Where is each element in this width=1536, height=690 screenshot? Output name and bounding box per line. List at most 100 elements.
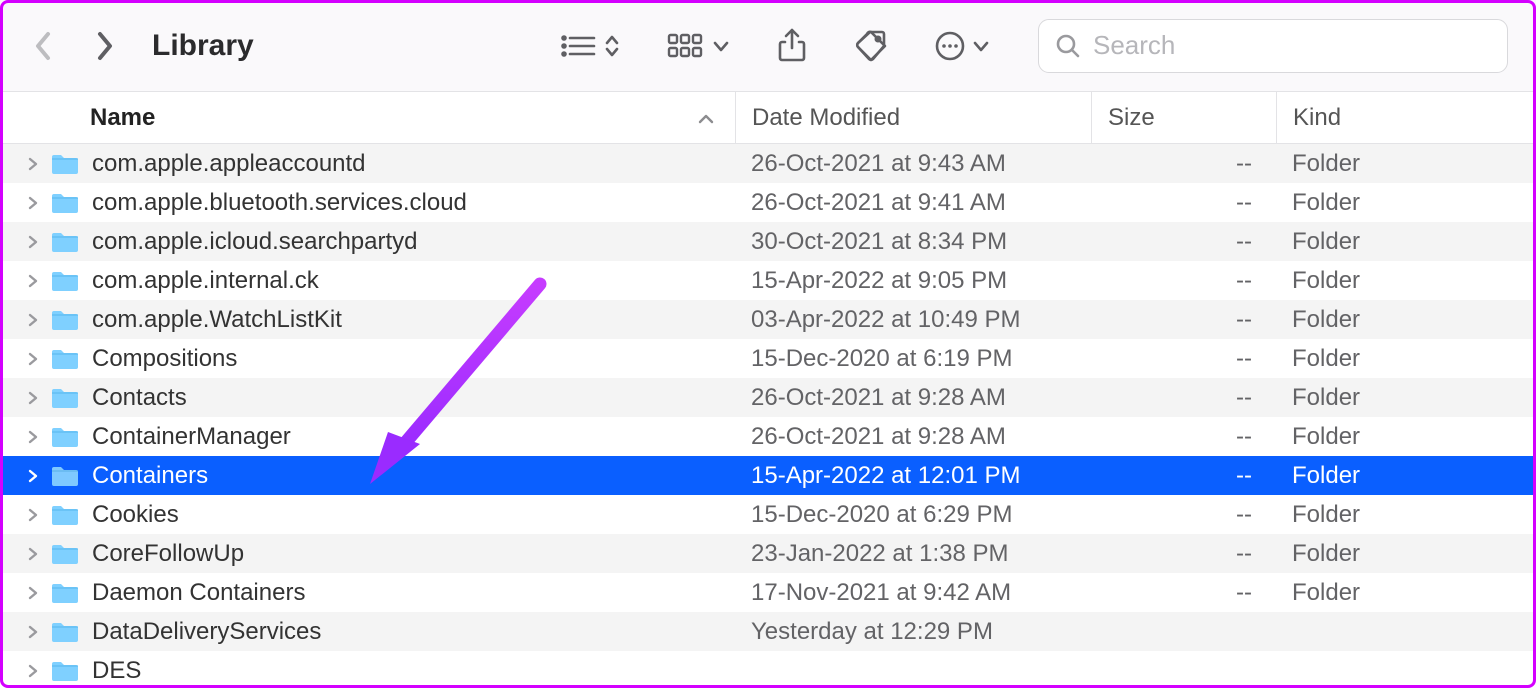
column-headers: Name Date Modified Size Kind — [0, 92, 1536, 144]
file-row[interactable]: Cookies 15-Dec-2020 at 6:29 PM -- Folder — [0, 495, 1536, 534]
forward-button[interactable] — [96, 31, 114, 61]
file-size: -- — [1091, 384, 1276, 412]
file-kind: Folder — [1276, 501, 1536, 529]
file-row[interactable]: Contacts 26-Oct-2021 at 9:28 AM -- Folde… — [0, 378, 1536, 417]
file-name: Cookies — [92, 501, 179, 529]
chevron-left-icon — [34, 31, 52, 61]
file-name: com.apple.icloud.searchpartyd — [92, 228, 418, 256]
file-size: -- — [1091, 345, 1276, 373]
file-name: com.apple.WatchListKit — [92, 306, 342, 334]
disclosure-triangle-icon[interactable] — [24, 156, 42, 172]
file-size: -- — [1091, 462, 1276, 490]
file-size: -- — [1091, 501, 1276, 529]
up-down-chevron-icon — [604, 32, 620, 60]
file-row[interactable]: Containers 15-Apr-2022 at 12:01 PM -- Fo… — [0, 456, 1536, 495]
group-icon — [666, 32, 706, 60]
file-row[interactable]: ContainerManager 26-Oct-2021 at 9:28 AM … — [0, 417, 1536, 456]
search-icon — [1055, 33, 1081, 59]
list-view-icon — [558, 32, 598, 60]
file-row[interactable]: com.apple.icloud.searchpartyd 30-Oct-202… — [0, 222, 1536, 261]
back-button[interactable] — [34, 31, 52, 61]
file-name: com.apple.bluetooth.services.cloud — [92, 189, 467, 217]
file-row[interactable]: CoreFollowUp 23-Jan-2022 at 1:38 PM -- F… — [0, 534, 1536, 573]
file-name: Daemon Containers — [92, 579, 305, 607]
toolbar: Library — [0, 0, 1536, 92]
file-kind: Folder — [1276, 540, 1536, 568]
file-name: com.apple.internal.ck — [92, 267, 319, 295]
file-date: Yesterday at 12:29 PM — [735, 618, 1091, 646]
folder-icon — [50, 152, 80, 176]
file-size: -- — [1091, 579, 1276, 607]
file-row[interactable]: com.apple.internal.ck 15-Apr-2022 at 9:0… — [0, 261, 1536, 300]
disclosure-triangle-icon[interactable] — [24, 390, 42, 406]
toolbar-actions — [558, 28, 990, 64]
file-row[interactable]: com.apple.appleaccountd 26-Oct-2021 at 9… — [0, 144, 1536, 183]
file-list: com.apple.appleaccountd 26-Oct-2021 at 9… — [0, 144, 1536, 690]
file-name: ContainerManager — [92, 423, 291, 451]
file-row[interactable]: com.apple.bluetooth.services.cloud 26-Oc… — [0, 183, 1536, 222]
folder-icon — [50, 308, 80, 332]
file-date: 15-Apr-2022 at 9:05 PM — [735, 267, 1091, 295]
file-row[interactable]: DES — [0, 651, 1536, 690]
more-actions-button[interactable] — [934, 30, 990, 62]
file-name: Compositions — [92, 345, 237, 373]
folder-icon — [50, 581, 80, 605]
file-row[interactable]: Compositions 15-Dec-2020 at 6:19 PM -- F… — [0, 339, 1536, 378]
disclosure-triangle-icon[interactable] — [24, 507, 42, 523]
column-header-size[interactable]: Size — [1091, 92, 1276, 143]
file-name: CoreFollowUp — [92, 540, 244, 568]
file-date: 26-Oct-2021 at 9:41 AM — [735, 189, 1091, 217]
file-size: -- — [1091, 150, 1276, 178]
disclosure-triangle-icon[interactable] — [24, 624, 42, 640]
file-date: 26-Oct-2021 at 9:28 AM — [735, 423, 1091, 451]
disclosure-triangle-icon[interactable] — [24, 546, 42, 562]
file-name: Containers — [92, 462, 208, 490]
chevron-down-icon — [712, 39, 730, 53]
search-field[interactable]: Search — [1038, 19, 1508, 73]
folder-icon — [50, 425, 80, 449]
disclosure-triangle-icon[interactable] — [24, 234, 42, 250]
folder-icon — [50, 386, 80, 410]
tags-button[interactable] — [854, 29, 888, 63]
file-kind: Folder — [1276, 462, 1536, 490]
disclosure-triangle-icon[interactable] — [24, 273, 42, 289]
chevron-down-icon — [972, 39, 990, 53]
file-kind: Folder — [1276, 150, 1536, 178]
file-kind: Folder — [1276, 384, 1536, 412]
file-date: 23-Jan-2022 at 1:38 PM — [735, 540, 1091, 568]
file-size: -- — [1091, 228, 1276, 256]
group-by-button[interactable] — [666, 32, 730, 60]
folder-icon — [50, 620, 80, 644]
folder-icon — [50, 347, 80, 371]
file-size: -- — [1091, 267, 1276, 295]
folder-icon — [50, 659, 80, 683]
column-header-date[interactable]: Date Modified — [735, 92, 1091, 143]
file-date: 15-Dec-2020 at 6:29 PM — [735, 501, 1091, 529]
column-header-name[interactable]: Name — [0, 104, 735, 132]
file-kind: Folder — [1276, 579, 1536, 607]
file-size: -- — [1091, 189, 1276, 217]
file-kind: Folder — [1276, 345, 1536, 373]
share-icon — [776, 28, 808, 64]
sort-ascending-icon — [697, 104, 715, 132]
disclosure-triangle-icon[interactable] — [24, 351, 42, 367]
column-header-kind[interactable]: Kind — [1276, 92, 1536, 143]
file-row[interactable]: Daemon Containers 17-Nov-2021 at 9:42 AM… — [0, 573, 1536, 612]
share-button[interactable] — [776, 28, 808, 64]
disclosure-triangle-icon[interactable] — [24, 663, 42, 679]
disclosure-triangle-icon[interactable] — [24, 429, 42, 445]
disclosure-triangle-icon[interactable] — [24, 195, 42, 211]
chevron-right-icon — [96, 31, 114, 61]
file-kind: Folder — [1276, 306, 1536, 334]
file-row[interactable]: DataDeliveryServices Yesterday at 12:29 … — [0, 612, 1536, 651]
file-row[interactable]: com.apple.WatchListKit 03-Apr-2022 at 10… — [0, 300, 1536, 339]
disclosure-triangle-icon[interactable] — [24, 312, 42, 328]
nav-arrows — [34, 31, 114, 61]
file-date: 15-Dec-2020 at 6:19 PM — [735, 345, 1091, 373]
folder-icon — [50, 542, 80, 566]
view-list-button[interactable] — [558, 32, 620, 60]
file-name: com.apple.appleaccountd — [92, 150, 366, 178]
file-date: 26-Oct-2021 at 9:43 AM — [735, 150, 1091, 178]
disclosure-triangle-icon[interactable] — [24, 585, 42, 601]
disclosure-triangle-icon[interactable] — [24, 468, 42, 484]
